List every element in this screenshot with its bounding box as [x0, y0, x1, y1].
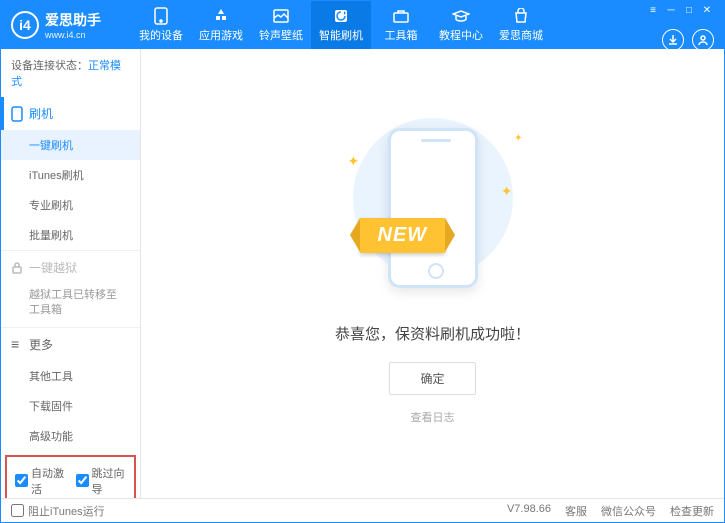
close-icon[interactable]: ✕ [702, 5, 712, 15]
options-box: 自动激活 跳过向导 [5, 455, 136, 498]
sidebar-item-itunes[interactable]: iTunes刷机 [1, 160, 140, 190]
success-illustration: ✦ ✦ ✦ NEW [368, 123, 498, 303]
sidebar-item-download[interactable]: 下载固件 [1, 391, 140, 421]
sidebar-item-oneclick[interactable]: 一键刷机 [1, 130, 140, 160]
minimize-icon[interactable]: ─ [666, 5, 676, 15]
phone-icon [152, 7, 170, 25]
app-header: i4 爱思助手 www.i4.cn 我的设备 应用游戏 铃声壁纸 智能刷机 工具… [1, 1, 724, 49]
main-nav: 我的设备 应用游戏 铃声壁纸 智能刷机 工具箱 教程中心 爱思商城 [131, 1, 551, 49]
logo-icon: i4 [11, 11, 39, 39]
sidebar-more-header[interactable]: 更多 [1, 328, 140, 361]
update-link[interactable]: 检查更新 [670, 503, 714, 519]
view-log-link[interactable]: 查看日志 [411, 409, 455, 425]
nav-my-device[interactable]: 我的设备 [131, 1, 191, 49]
connection-status: 设备连接状态：正常模式 [1, 49, 140, 97]
version-label: V7.98.66 [507, 503, 551, 519]
sidebar-flash-header[interactable]: 刷机 [1, 97, 140, 130]
nav-store[interactable]: 爱思商城 [491, 1, 551, 49]
user-icon[interactable] [692, 29, 714, 51]
sidebar-item-pro[interactable]: 专业刷机 [1, 190, 140, 220]
header-controls: ≡ ─ □ ✕ [648, 5, 716, 15]
footer: 阻止iTunes运行 V7.98.66 客服 微信公众号 检查更新 [1, 498, 724, 522]
app-url: www.i4.cn [45, 30, 101, 40]
sidebar-jailbreak-header[interactable]: 一键越狱 [1, 251, 140, 284]
apps-icon [212, 7, 230, 25]
auto-activate-checkbox[interactable]: 自动激活 [15, 465, 66, 497]
logo: i4 爱思助手 www.i4.cn [1, 10, 131, 40]
nav-tutorials[interactable]: 教程中心 [431, 1, 491, 49]
nav-apps[interactable]: 应用游戏 [191, 1, 251, 49]
jailbreak-note: 越狱工具已转移至 工具箱 [1, 284, 140, 327]
service-link[interactable]: 客服 [565, 503, 587, 519]
nav-toolbox[interactable]: 工具箱 [371, 1, 431, 49]
skip-guide-checkbox[interactable]: 跳过向导 [76, 465, 127, 497]
block-itunes-checkbox[interactable]: 阻止iTunes运行 [11, 503, 105, 519]
new-ribbon: NEW [360, 218, 446, 253]
success-message: 恭喜您，保资料刷机成功啦！ [335, 323, 530, 344]
nav-ringtones[interactable]: 铃声壁纸 [251, 1, 311, 49]
sidebar: 设备连接状态：正常模式 刷机 一键刷机 iTunes刷机 专业刷机 批量刷机 一… [1, 49, 141, 498]
wallpaper-icon [272, 7, 290, 25]
maximize-icon[interactable]: □ [684, 5, 694, 15]
main-content: ✦ ✦ ✦ NEW 恭喜您，保资料刷机成功啦！ 确定 查看日志 [141, 49, 724, 498]
wechat-link[interactable]: 微信公众号 [601, 503, 656, 519]
sidebar-item-batch[interactable]: 批量刷机 [1, 220, 140, 250]
phone-icon [11, 106, 23, 122]
store-icon [512, 7, 530, 25]
sidebar-item-other[interactable]: 其他工具 [1, 361, 140, 391]
tutorial-icon [452, 7, 470, 25]
menu-icon[interactable]: ≡ [648, 5, 658, 15]
sidebar-item-advanced[interactable]: 高级功能 [1, 421, 140, 451]
app-name: 爱思助手 [45, 10, 101, 30]
toolbox-icon [392, 7, 410, 25]
download-icon[interactable] [662, 29, 684, 51]
confirm-button[interactable]: 确定 [389, 362, 475, 395]
flash-icon [332, 7, 350, 25]
hamburger-icon [11, 336, 23, 352]
lock-icon [11, 262, 23, 274]
nav-flash[interactable]: 智能刷机 [311, 1, 371, 49]
